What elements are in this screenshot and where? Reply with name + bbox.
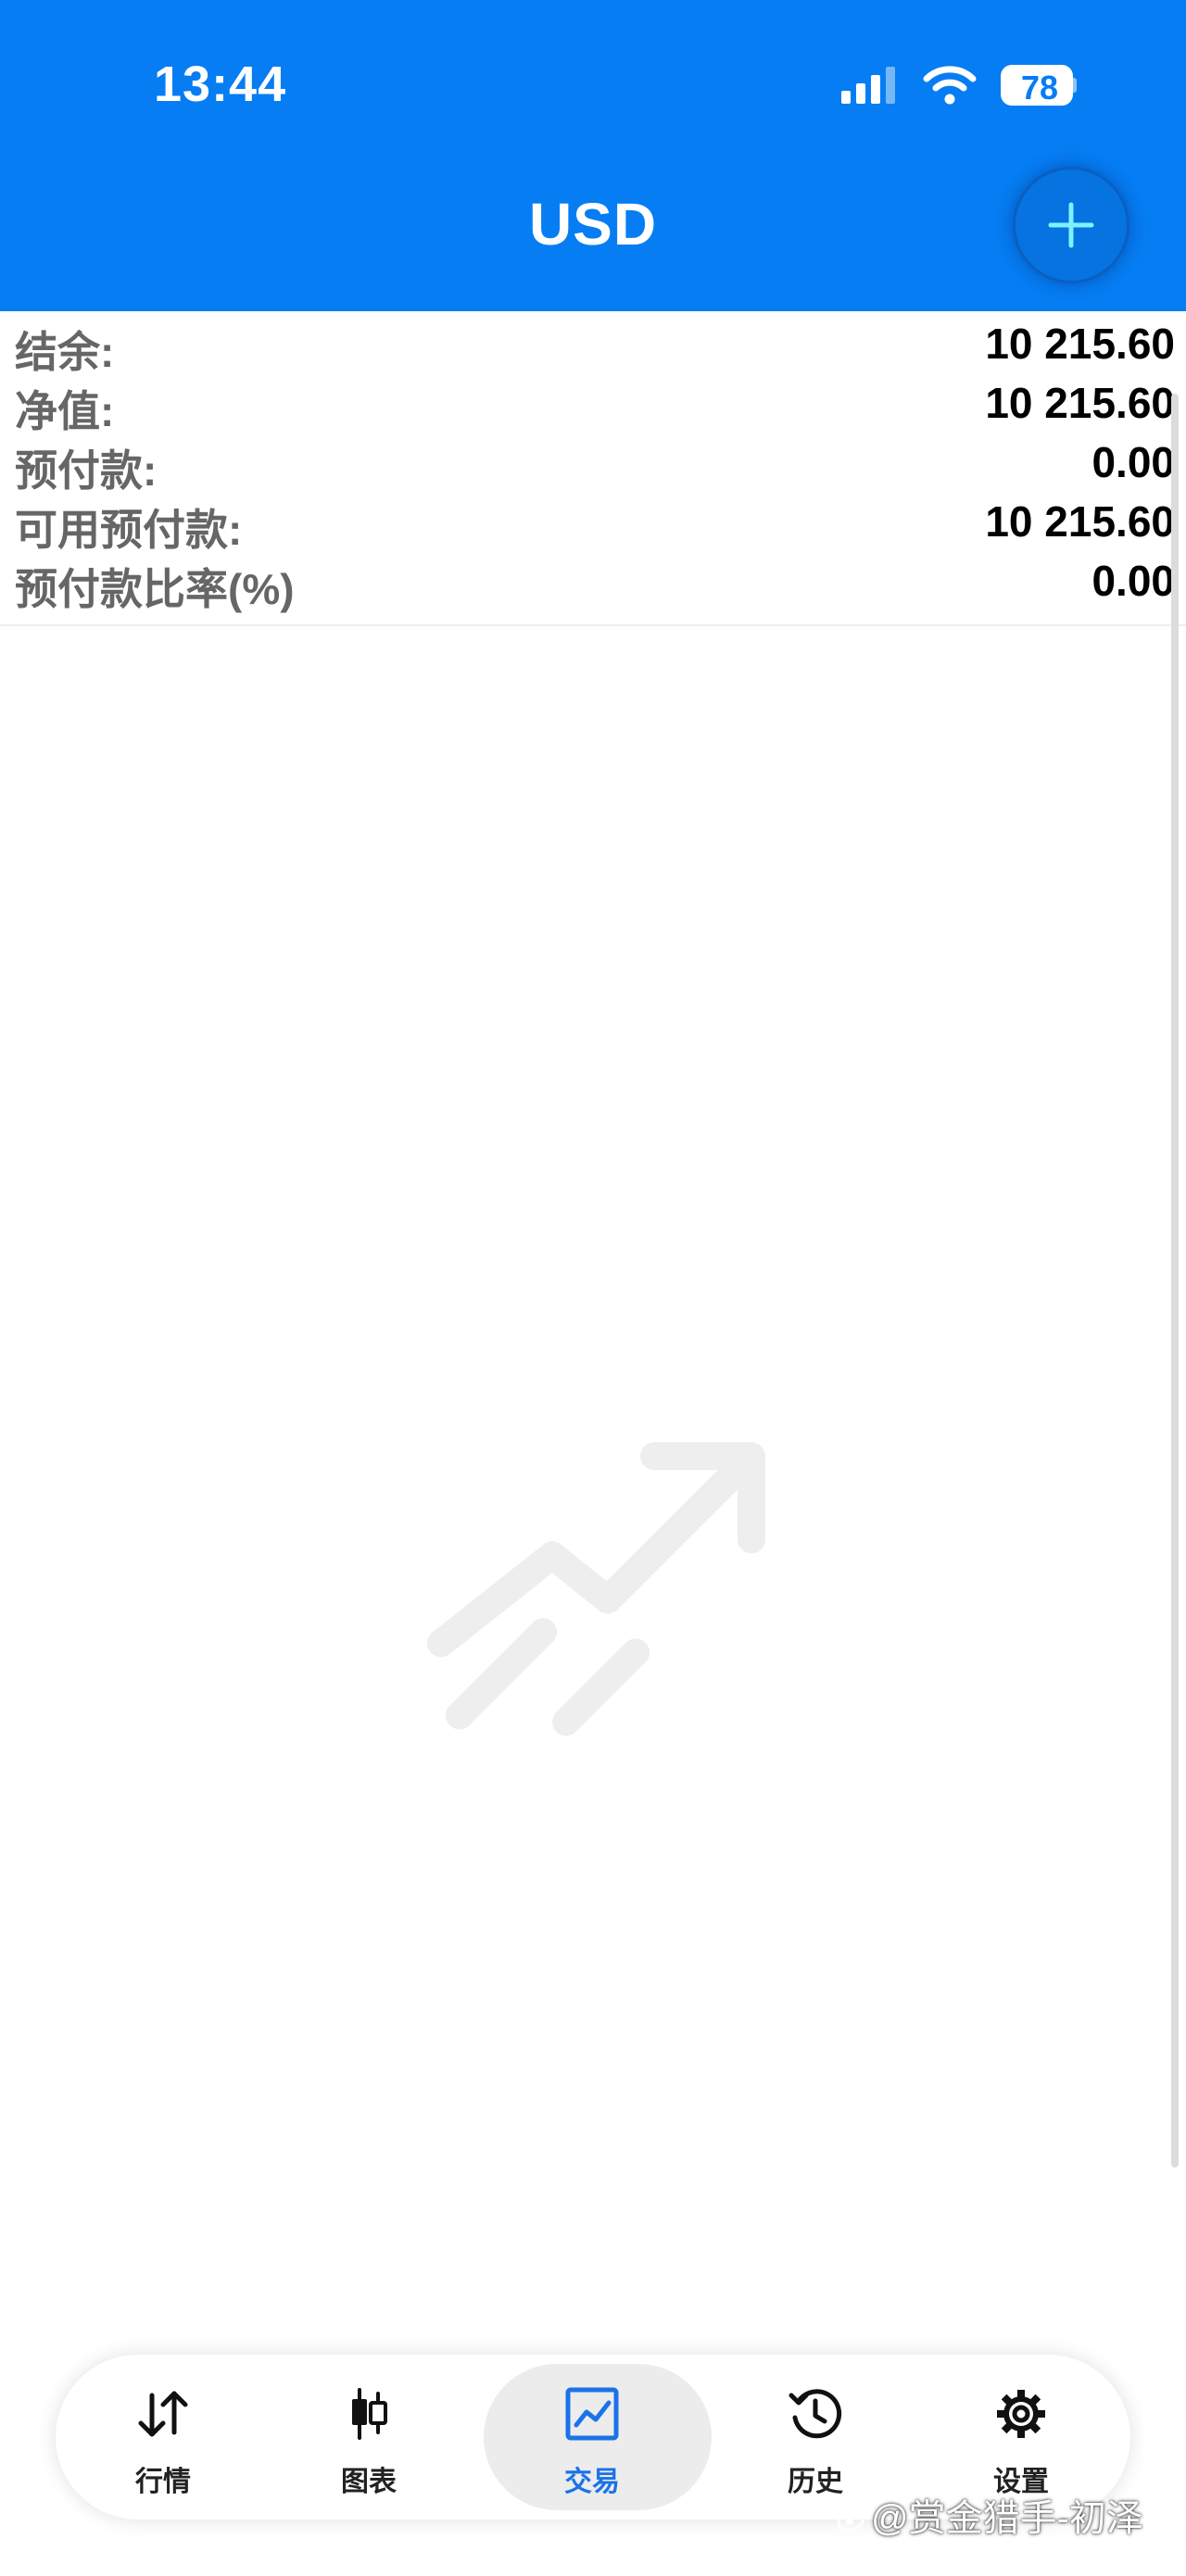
- summary-label: 净值:: [15, 387, 115, 435]
- summary-row-margin: 预付款: 0.00: [0, 434, 1186, 495]
- gear-icon: [997, 2390, 1045, 2438]
- summary-label: 预付款:: [15, 446, 158, 495]
- watermark: @赏金猎手-初泽: [834, 2488, 1143, 2542]
- tab-quotes[interactable]: 行情: [56, 2355, 271, 2519]
- tab-label: 交易: [564, 2467, 620, 2497]
- summary-value: 10 215.60: [985, 497, 1175, 546]
- weibo-logo-icon: [837, 2506, 865, 2532]
- watermark-text: @赏金猎手-初泽: [871, 2498, 1143, 2539]
- quotes-arrows-icon: [138, 2391, 188, 2437]
- scrollbar[interactable]: [1171, 394, 1179, 2168]
- status-icons: 78: [841, 61, 1077, 109]
- cellular-signal-icon: [841, 67, 895, 104]
- tab-trade[interactable]: 交易: [484, 2355, 712, 2519]
- summary-label: 预付款比率(%): [15, 565, 295, 613]
- page-title: USD: [528, 191, 658, 258]
- summary-row-equity: 净值: 10 215.60: [0, 374, 1186, 435]
- summary-row-balance: 结余: 10 215.60: [0, 315, 1186, 376]
- history-icon: [789, 2389, 842, 2439]
- add-order-button[interactable]: [1013, 167, 1129, 283]
- summary-label: 可用预付款:: [15, 506, 243, 554]
- plus-icon: [1048, 202, 1094, 248]
- battery-icon: 78: [1001, 65, 1077, 106]
- trending-up-icon: [427, 1442, 765, 1736]
- trade-chart-icon: [565, 2387, 619, 2441]
- wifi-icon: [923, 66, 977, 105]
- battery-body: 78: [1001, 65, 1073, 106]
- summary-value: 10 215.60: [985, 320, 1175, 368]
- candlestick-chart-icon: [352, 2388, 387, 2440]
- summary-value: 0.00: [1091, 557, 1175, 605]
- tab-label: 图表: [341, 2467, 397, 2497]
- summary-row-margin-level: 预付款比率(%) 0.00: [0, 552, 1186, 613]
- summary-value: 0.00: [1091, 438, 1175, 486]
- battery-level: 78: [1020, 69, 1059, 106]
- summary-row-free-margin: 可用预付款: 10 215.60: [0, 493, 1186, 554]
- status-time: 13:44: [154, 57, 287, 112]
- account-summary: 结余: 10 215.60 净值: 10 215.60 预付款: 0.00 可用…: [0, 311, 1186, 626]
- app-header: 13:44 78 USD: [0, 0, 1186, 311]
- tab-label: 行情: [135, 2467, 191, 2497]
- battery-cap: [1072, 78, 1077, 93]
- summary-label: 结余:: [15, 328, 115, 376]
- summary-value: 10 215.60: [985, 379, 1175, 427]
- tab-charts[interactable]: 图表: [261, 2355, 476, 2519]
